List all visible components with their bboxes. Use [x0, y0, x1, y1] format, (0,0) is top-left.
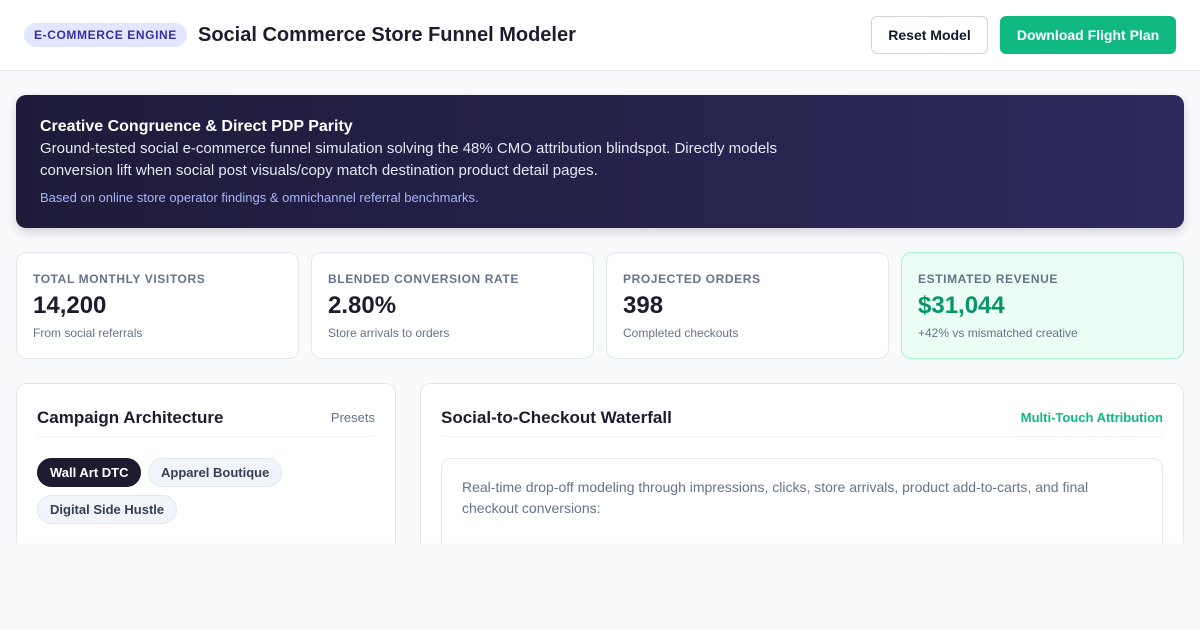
stat-card-visitors: Total Monthly Visitors 14,200 From socia…	[16, 252, 299, 359]
panel-title: Social-to-Checkout Waterfall	[441, 408, 672, 427]
preset-chip-apparel-boutique[interactable]: Apparel Boutique	[148, 458, 283, 487]
panel-divider	[37, 436, 375, 437]
panel-divider	[441, 436, 1163, 437]
stat-subtext: From social referrals	[33, 326, 143, 340]
preset-chip-wall-art-dtc[interactable]: Wall Art DTC	[37, 458, 142, 487]
stat-subtext: +42% vs mismatched creative	[918, 326, 1078, 340]
stat-label: Estimated Revenue	[918, 272, 1058, 286]
stat-card-orders: Projected Orders 398 Completed checkouts	[606, 252, 889, 359]
hero-banner: Creative Congruence & Direct PDP Parity …	[16, 95, 1184, 228]
stat-value: 398	[623, 292, 664, 319]
waterfall-description: Real-time drop-off modeling through impr…	[462, 479, 1089, 516]
multi-touch-attribution-link[interactable]: Multi-Touch Attribution	[1021, 410, 1163, 426]
stat-subtext: Store arrivals to orders	[328, 326, 450, 340]
stat-label: Total Monthly Visitors	[33, 272, 206, 286]
presets-link[interactable]: Presets	[331, 410, 375, 426]
preset-chip-digital-side-hustle[interactable]: Digital Side Hustle	[37, 495, 178, 524]
stat-card-revenue: Estimated Revenue $31,044 +42% vs mismat…	[901, 252, 1184, 359]
stat-value: 2.80%	[328, 292, 397, 319]
panel-title: Campaign Architecture	[37, 408, 224, 427]
stat-label: Projected Orders	[623, 272, 761, 286]
stat-label: Blended Conversion Rate	[328, 272, 519, 286]
stat-value: 14,200	[33, 292, 107, 319]
reset-model-button[interactable]: Reset Model	[871, 16, 988, 54]
hero-description: Ground-tested social e-commerce funnel s…	[40, 140, 777, 179]
app-header: E-Commerce Engine Social Commerce Store …	[0, 0, 1200, 71]
download-flight-plan-button[interactable]: Download Flight Plan	[1000, 16, 1176, 54]
engine-badge: E-Commerce Engine	[24, 23, 187, 47]
stat-subtext: Completed checkouts	[623, 326, 739, 340]
app-title: Social Commerce Store Funnel Modeler	[198, 24, 576, 46]
hero-title: Creative Congruence & Direct PDP Parity	[40, 118, 353, 135]
stat-card-conversion-rate: Blended Conversion Rate 2.80% Store arri…	[311, 252, 594, 359]
hero-source-note: Based on online store operator findings …	[40, 190, 479, 205]
stat-value: $31,044	[918, 292, 1005, 319]
page-fold-background	[0, 543, 1200, 630]
